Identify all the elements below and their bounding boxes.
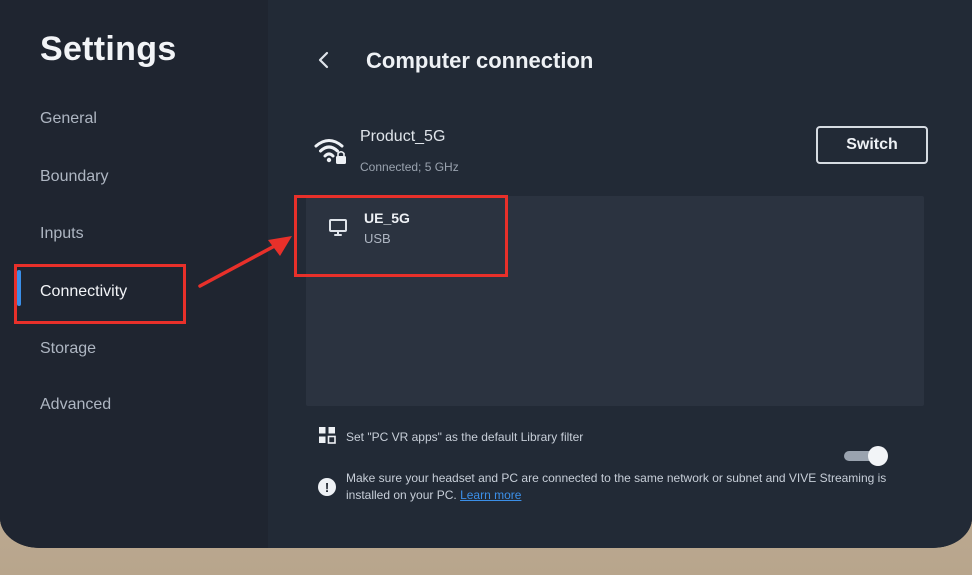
annotation-arrow-icon <box>198 236 292 288</box>
wifi-lock-icon <box>314 139 346 164</box>
annotation-box-connectivity <box>14 264 186 324</box>
sidebar-item-general[interactable]: General <box>40 110 97 128</box>
info-text: Make sure your headset and PC are connec… <box>346 471 887 502</box>
toggle-knob <box>868 446 888 466</box>
sidebar-item-inputs[interactable]: Inputs <box>40 225 84 243</box>
app-title: Settings <box>40 30 177 68</box>
library-filter-label: Set "PC VR apps" as the default Library … <box>346 430 584 444</box>
page-title: Computer connection <box>366 48 594 73</box>
wifi-network-name: Product_5G <box>360 128 446 145</box>
sidebar-item-advanced[interactable]: Advanced <box>40 396 111 414</box>
annotation-box-device <box>294 195 508 277</box>
sidebar-item-boundary[interactable]: Boundary <box>40 168 109 186</box>
learn-more-link[interactable]: Learn more <box>460 488 521 502</box>
wifi-status: Connected; 5 GHz <box>360 160 459 174</box>
switch-button[interactable]: Switch <box>816 126 928 164</box>
chevron-left-icon[interactable] <box>312 48 336 72</box>
grid-icon <box>319 427 336 444</box>
library-filter-toggle[interactable] <box>844 446 888 466</box>
info-message: Make sure your headset and PC are connec… <box>346 470 906 504</box>
sidebar-item-storage[interactable]: Storage <box>40 340 96 358</box>
info-icon: ! <box>318 478 336 496</box>
